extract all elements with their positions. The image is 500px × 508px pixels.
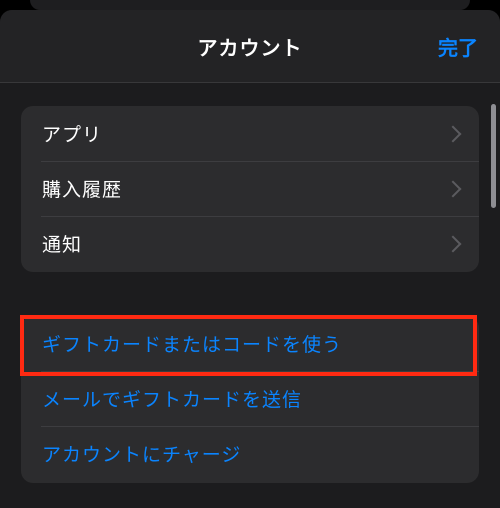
purchase-history-row[interactable]: 購入履歴 bbox=[21, 161, 479, 216]
send-gift-card-label: メールでギフトカードを送信 bbox=[42, 389, 303, 411]
add-funds-button[interactable]: アカウントにチャージ bbox=[21, 426, 479, 481]
chevron-right-icon bbox=[444, 180, 462, 197]
done-button[interactable]: 完了 bbox=[438, 32, 478, 61]
redeem-gift-card-label: ギフトカードまたはコードを使う bbox=[42, 334, 343, 356]
apps-label: アプリ bbox=[42, 124, 103, 146]
background-sheet-edge bbox=[30, 0, 470, 10]
page-title: アカウント bbox=[197, 36, 303, 60]
chevron-right-icon bbox=[444, 235, 462, 252]
send-gift-card-button[interactable]: メールでギフトカードを送信 bbox=[21, 371, 479, 426]
purchase-history-label: 購入履歴 bbox=[42, 179, 123, 201]
gift-card-actions-group: ギフトカードまたはコードを使う メールでギフトカードを送信 アカウントにチャージ bbox=[21, 316, 479, 483]
scroll-indicator[interactable] bbox=[491, 104, 496, 208]
redeem-gift-card-button[interactable]: ギフトカードまたはコードを使う bbox=[21, 316, 479, 371]
account-screen: アカウント 完了 アプリ 購入履歴 通知 ギフトカードまたはコードを使う メール… bbox=[0, 0, 500, 508]
notifications-label: 通知 bbox=[42, 234, 83, 256]
account-sheet: アカウント 完了 アプリ 購入履歴 通知 ギフトカードまたはコードを使う メール… bbox=[0, 10, 500, 508]
add-funds-label: アカウントにチャージ bbox=[42, 444, 242, 466]
apps-row[interactable]: アプリ bbox=[21, 106, 479, 161]
notifications-row[interactable]: 通知 bbox=[21, 216, 479, 271]
account-settings-group: アプリ 購入履歴 通知 bbox=[21, 106, 479, 272]
navigation-bar: アカウント 完了 bbox=[0, 10, 500, 83]
chevron-right-icon bbox=[444, 125, 462, 142]
